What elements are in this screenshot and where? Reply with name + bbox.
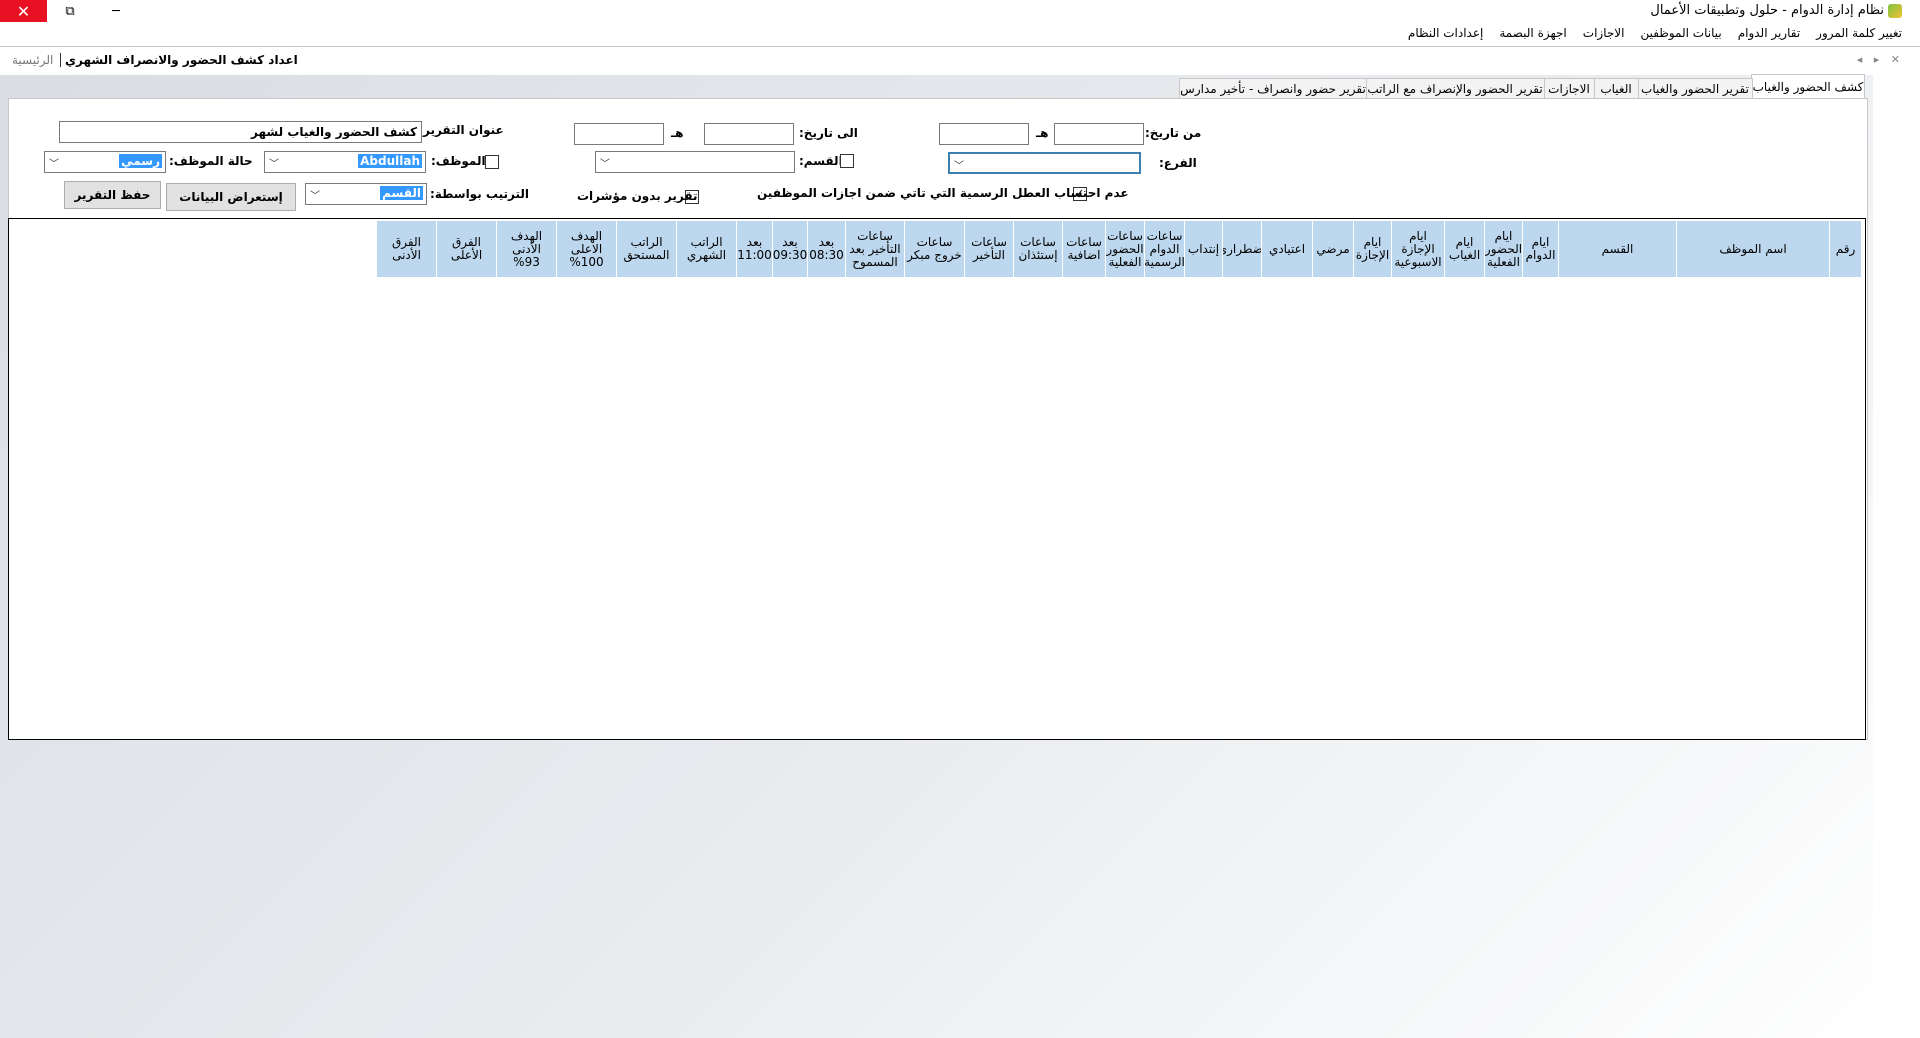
tab-attendance-sheet[interactable]: كشف الحضور والغياب [1751,74,1865,99]
chevron-down-icon: ﹀ [269,159,279,170]
menu-item-system-settings[interactable]: إعدادات النظام [1400,26,1491,40]
col-header-after-0830[interactable]: بعد 08:30 [808,221,846,277]
restore-icon: ⧉ [65,3,75,19]
col-header-early-leave[interactable]: ساعات خروج مبكر [905,221,965,277]
tab-attendance-salary[interactable]: تقرير الحضور والإنصراف مع الراتب [1365,78,1545,99]
col-header-overtime[interactable]: ساعات اضافية [1063,221,1106,277]
col-header-assignment[interactable]: إنتداب [1185,221,1223,277]
employee-status-select[interactable]: ﹀ رسمي [44,151,166,173]
tab-attendance-report[interactable]: تقرير الحضور والغياب [1637,78,1753,99]
col-header-work-days[interactable]: ايام الدوام [1523,221,1559,277]
col-header-actual-hours[interactable]: ساعات الحضور الفعلية [1106,221,1145,277]
restore-button[interactable]: ⧉ [47,0,93,22]
minimize-icon: ─ [112,3,120,19]
branch-select[interactable]: ﹀ [948,152,1141,174]
from-date-input[interactable] [939,123,1029,145]
report-tab-strip: كشف الحضور والغياب تقرير الحضور والغياب … [1165,74,1865,99]
chevron-down-icon: ﹀ [954,161,964,172]
col-header-delay[interactable]: ساعات التأخير [965,221,1014,277]
chevron-down-icon: ﹀ [310,191,320,202]
col-header-lower-target[interactable]: الهدف الأدنى 93% [497,221,557,277]
employee-status-value: رسمي [119,154,162,168]
col-header-monthly-salary[interactable]: الراتب الشهري [677,221,737,277]
to-date-input[interactable] [574,123,664,145]
save-report-button[interactable]: حفظ التقرير [64,181,161,209]
employee-value: Abdullah [358,154,422,168]
col-header-due-salary[interactable]: الراتب المستحق [617,221,677,277]
col-header-after-0930[interactable]: بعد 09:30 [773,221,808,277]
exclude-holidays-label: عدم احتساب العطل الرسمية التي تاتي ضمن ا… [757,186,1129,200]
col-header-weekly-leave[interactable]: ايام الإجازة الاسبوعية [1392,221,1445,277]
col-header-employee-name[interactable]: اسم الموظف [1677,221,1830,277]
to-date-label: الى تاريخ: [799,126,858,140]
title-bar: ✕ ⧉ ─ نظام إدارة الدوام - حلول وتطبيقات … [0,0,1920,22]
tab-schools-delay[interactable]: تقرير حضور وانصراف - تأخير مدارس [1179,78,1367,99]
employee-select[interactable]: ﹀ Abdullah [264,151,426,173]
sort-by-label: الترتيب بواسطة: [430,187,529,201]
from-hijri-mark: هـ [1036,126,1049,140]
report-title-label: عنوان التقرير [423,123,504,137]
col-header-regular[interactable]: اعتيادي [1262,221,1313,277]
chevron-down-icon: ﹀ [600,159,610,170]
tab-scroll-arrows[interactable]: ◂ ▸ ✕ [1857,53,1904,66]
report-title-input[interactable]: كشف الحضور والغياب لشهر [59,121,422,143]
col-header-sick[interactable]: مرضي [1313,221,1354,277]
menu-items: إعدادات النظام اجهزة البصمة الاجازات بيا… [1400,26,1910,40]
col-header-emergency[interactable]: اضطراري [1223,221,1262,277]
from-date-label: من تاريخ: [1145,126,1202,140]
menu-item-change-password[interactable]: تغيير كلمة المرور [1808,26,1910,40]
col-header-absence-days[interactable]: ايام الغياب [1445,221,1485,277]
show-data-button[interactable]: إستعراض البيانات [166,183,296,211]
col-header-after-1100[interactable]: بعد 11:00 [737,221,773,277]
menu-item-fingerprint-devices[interactable]: اجهزة البصمة [1491,26,1574,40]
section-label: القسم: [799,154,843,168]
chevron-down-icon: ﹀ [49,159,59,170]
menu-item-employee-data[interactable]: بيانات الموظفين [1632,26,1729,40]
from-hijri-input[interactable] [1054,123,1144,145]
sort-by-value: القسم [380,186,423,200]
col-header-lower-diff[interactable]: الفرق الأدنى [377,221,437,277]
menu-item-attendance-reports[interactable]: تقارير الدوام [1730,26,1808,40]
tab-leaves[interactable]: الاجازات [1543,78,1595,99]
menu-item-leaves[interactable]: الاجازات [1575,26,1633,40]
col-header-section[interactable]: القسم [1559,221,1677,277]
col-header-upper-diff[interactable]: الفرق الأعلى [437,221,497,277]
window-title: نظام إدارة الدوام - حلول وتطبيقات الأعما… [1650,3,1902,18]
col-header-delay-after-allowed[interactable]: ساعات التأخير بعد المسموح [846,221,905,277]
document-tabs: الرئيسية اعداد كشف الحضور والانصراف الشه… [0,47,1920,75]
col-header-leave-days[interactable]: ايام الإجازة [1354,221,1392,277]
section-checkbox[interactable] [840,154,854,168]
to-hijri-input[interactable] [704,123,794,145]
doc-tab-monthly-attendance[interactable]: اعداد كشف الحضور والانصراف الشهري [60,53,298,67]
to-hijri-mark: هـ [671,126,684,140]
employee-checkbox[interactable] [485,155,499,169]
minimize-button[interactable]: ─ [93,0,139,22]
no-indicators-label: تقرير بدون مؤشرات [577,189,698,203]
employee-status-label: حالة الموظف: [169,154,253,168]
col-header-official-hours[interactable]: ساعات الدوام الرسمية [1145,221,1185,277]
tab-absence[interactable]: الغياب [1593,78,1639,99]
sort-by-select[interactable]: ﹀ القسم [305,183,427,205]
col-header-upper-target[interactable]: الهدف الاعلى 100% [557,221,617,277]
employee-label: الموظف: [431,154,486,168]
right-scroll-area[interactable] [1873,74,1920,1038]
branch-label: الفرع: [1159,156,1197,170]
col-header-permission[interactable]: ساعات إستئذان [1014,221,1063,277]
close-button[interactable]: ✕ [0,0,47,22]
section-select[interactable]: ﹀ [595,151,795,173]
col-header-number[interactable]: رقم [1830,221,1862,277]
window-title-text: نظام إدارة الدوام - حلول وتطبيقات الأعما… [1650,3,1884,18]
close-icon: ✕ [16,1,31,21]
menu-bar: إعدادات النظام اجهزة البصمة الاجازات بيا… [0,22,1920,47]
doc-tab-home[interactable]: الرئيسية [12,53,53,67]
app-logo-icon [1888,3,1902,18]
col-header-actual-days[interactable]: ايام الحضور الفعلية [1485,221,1523,277]
attendance-grid[interactable]: رقم اسم الموظف القسم ايام الدوام ايام ال… [8,218,1866,740]
